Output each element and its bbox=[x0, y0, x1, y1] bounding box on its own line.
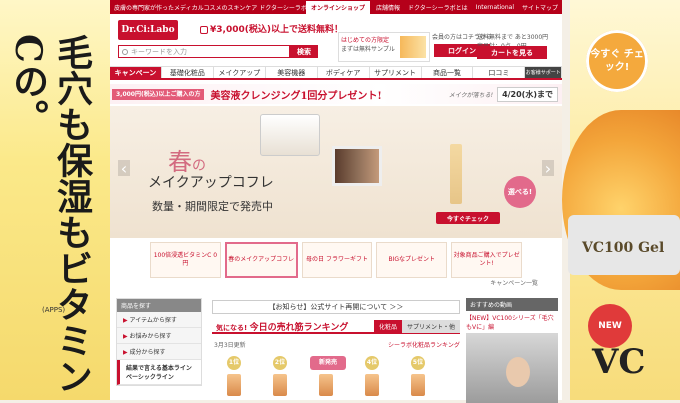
rank-badge: 1位 bbox=[227, 356, 241, 370]
sidebar-item-label: アイテムから探す bbox=[129, 317, 177, 324]
ranking-prefix: 気になる! bbox=[216, 323, 250, 332]
rank-badge: 4位 bbox=[365, 356, 379, 370]
product-image bbox=[365, 374, 379, 396]
ranking-item[interactable]: 1位 bbox=[218, 356, 250, 400]
ranking-item[interactable]: 5位 bbox=[402, 356, 434, 400]
sidebar-item-label: お悩みから探す bbox=[129, 333, 172, 340]
nav-support[interactable]: お客様サポート bbox=[525, 67, 563, 78]
ranking-link[interactable]: シーラボ化粧品ランキング bbox=[388, 340, 460, 349]
thumb-vitamin-c[interactable]: 100倍浸透ビタミンC 0円 bbox=[150, 242, 221, 278]
rank-badge: 2位 bbox=[273, 356, 287, 370]
store-info-link[interactable]: 店舗情報 bbox=[372, 3, 404, 12]
about-link[interactable]: ドクターシーラボとは bbox=[404, 3, 472, 12]
nav-product-list[interactable]: 商品一覧 bbox=[422, 67, 474, 78]
sidebar-basic-line[interactable]: 結果で言える基本ライン ベーシックライン bbox=[117, 360, 201, 385]
promo-strip[interactable]: 3,000円(税込)以上ご購入の方 美容液クレンジング1回分プレゼント! メイク… bbox=[110, 84, 562, 104]
hero-palette-image bbox=[332, 146, 382, 186]
check-now-badge[interactable]: 今すぐ チェック! bbox=[586, 30, 648, 92]
header: Dr.Ci:Labo ¥3,000(税込)以上で送料無料！ キーワードを入力 検… bbox=[110, 14, 562, 66]
hero-prev-arrow[interactable]: ‹ bbox=[118, 159, 130, 178]
ranking-title-text: 今日の売れ筋ランキング bbox=[249, 322, 349, 333]
hero-compact-image bbox=[260, 114, 320, 156]
site-tagline: 皮膚の専門家が作ったメディカルコスメのスキンケア ドクターシーラボ bbox=[114, 4, 307, 12]
rank-badge: 5位 bbox=[411, 356, 425, 370]
promo-text: 美容液クレンジング1回分プレゼント! bbox=[210, 90, 382, 102]
left-banner-copy: 毛穴も保湿もビタミンCの。 bbox=[7, 34, 93, 394]
nav-campaign[interactable]: キャンペーン bbox=[110, 67, 162, 78]
product-image bbox=[227, 374, 241, 396]
product-image bbox=[273, 374, 287, 396]
promo-small-note: メイクが落ちる! bbox=[448, 91, 494, 99]
recommended-video: おすすめの動画 【NEW】VC100シリーズ「毛穴もVに」編 bbox=[466, 298, 558, 403]
sidebar-item-label: 成分から探す bbox=[129, 349, 166, 356]
nav-supplements[interactable]: サプリメント bbox=[370, 67, 422, 78]
nav-beauty-devices[interactable]: 美容機器 bbox=[266, 67, 318, 78]
cart-icon bbox=[200, 25, 208, 34]
product-image bbox=[411, 374, 425, 396]
thumb-spring-coffret[interactable]: 春のメイクアップコフレ bbox=[224, 242, 298, 278]
hero-check-button[interactable]: 今すぐチェック bbox=[436, 212, 500, 224]
sidebar-item-by-item[interactable]: ▶ アイテムから探す bbox=[117, 312, 201, 328]
ranking-header: 気になる! 今日の売れ筋ランキング 化粧品 サプリメント・他 bbox=[212, 319, 460, 334]
sample-image bbox=[400, 36, 426, 58]
logo[interactable]: Dr.Ci:Labo bbox=[118, 20, 178, 40]
hero-subtitle: 数量・期間限定で発売中 bbox=[152, 200, 273, 213]
ranking-item[interactable]: 新発売 bbox=[310, 356, 346, 400]
main-nav: キャンペーン 基礎化粧品 メイクアップ 美容機器 ボディケア サプリメント 商品… bbox=[110, 66, 563, 80]
ranking-date: 3月3日更新 bbox=[214, 342, 246, 349]
hero-title: メイクアップコフレ bbox=[148, 175, 274, 191]
vc-text: VC bbox=[592, 342, 646, 382]
nav-skincare[interactable]: 基礎化粧品 bbox=[162, 67, 214, 78]
free-shipping-text: ¥3,000(税込)以上で送料無料！ bbox=[210, 25, 343, 35]
thumb-big-present[interactable]: BIGなプレゼント bbox=[376, 242, 448, 278]
choose-badge: 選べる! bbox=[504, 176, 536, 208]
promo-chip: 3,000円(税込)以上ご購入の方 bbox=[112, 88, 205, 100]
thumb-mothers-day[interactable]: 母の日 フラワーギフト bbox=[301, 242, 373, 278]
sidebar-item-by-ingredient[interactable]: ▶ 成分から探す bbox=[117, 344, 201, 360]
promo-date: 4/20(水)まで bbox=[497, 86, 558, 102]
notice-link[interactable]: 【お知らせ】公式サイト再開について ＞＞ bbox=[212, 300, 460, 314]
sidebar-heading: 商品を探す bbox=[117, 299, 201, 312]
nav-bodycare[interactable]: ボディケア bbox=[318, 67, 370, 78]
search-icon bbox=[122, 49, 128, 55]
search-button[interactable]: 検索 bbox=[290, 45, 318, 58]
campaign-list-link[interactable]: キャンペーン一覧 bbox=[110, 278, 562, 290]
rank-badge: 新発売 bbox=[310, 356, 346, 370]
left-ad-banner[interactable]: 毛穴も保湿もビタミンCの。 (APPS) bbox=[0, 0, 110, 400]
sidebar-item-by-concern[interactable]: ▶ お悩みから探す bbox=[117, 328, 201, 344]
hero-bb-cream-image bbox=[450, 144, 462, 204]
ranking-item[interactable]: 4位 bbox=[356, 356, 388, 400]
sitemap-link[interactable]: サイトマップ bbox=[518, 3, 562, 12]
online-shop-link[interactable]: オンラインショップ bbox=[306, 0, 371, 14]
hero-banner[interactable]: ‹ › 春の メイクアップコフレ 数量・期間限定で発売中 選べる! 今すぐチェッ… bbox=[110, 106, 562, 238]
thumb-purchase-present[interactable]: 対象商品ご購入でプレゼント! bbox=[451, 242, 522, 278]
video-link[interactable]: 【NEW】VC100シリーズ「毛穴もVに」編 bbox=[466, 311, 558, 333]
international-link[interactable]: International bbox=[472, 4, 518, 11]
free-shipping-notice: ¥3,000(税込)以上で送料無料！ bbox=[200, 22, 343, 35]
apps-note: (APPS) bbox=[42, 306, 66, 314]
search-input[interactable]: キーワードを入力 bbox=[118, 45, 290, 58]
cart-free-shipping: 送料無料まで あと3000円 bbox=[477, 34, 549, 41]
nav-reviews[interactable]: 口コミ bbox=[473, 67, 526, 78]
nav-makeup[interactable]: メイクアップ bbox=[214, 67, 266, 78]
video-player[interactable] bbox=[466, 333, 558, 403]
cart-box: 送料無料まで あと3000円 商品計：0点 0円 カートを見る bbox=[477, 32, 559, 62]
ranking-list: 1位 2位 新発売 4位 5位 bbox=[218, 356, 434, 400]
ranking-title: 気になる! 今日の売れ筋ランキング bbox=[212, 320, 374, 333]
product-image bbox=[319, 374, 333, 396]
tab-cosmetics[interactable]: 化粧品 bbox=[373, 319, 402, 333]
top-bar: 皮膚の専門家が作ったメディカルコスメのスキンケア ドクターシーラボ オンラインシ… bbox=[110, 0, 562, 14]
campaign-thumbnails: 100倍浸透ビタミンC 0円 春のメイクアップコフレ 母の日 フラワーギフト B… bbox=[110, 238, 562, 278]
search-placeholder: キーワードを入力 bbox=[131, 47, 187, 56]
video-thumbnail bbox=[506, 357, 530, 387]
tab-supplements[interactable]: サプリメント・他 bbox=[401, 319, 460, 333]
ranking-item[interactable]: 2位 bbox=[264, 356, 296, 400]
product-jar-label: VC100 Gel bbox=[582, 240, 665, 256]
product-search-sidebar: 商品を探す ▶ アイテムから探す ▶ お悩みから探す ▶ 成分から探す 結果で言… bbox=[116, 298, 202, 386]
first-time-sample-banner[interactable]: はじめての方限定 まずは無料サンプル bbox=[338, 32, 430, 62]
view-cart-button[interactable]: カートを見る bbox=[477, 46, 547, 59]
hero-next-arrow[interactable]: › bbox=[542, 159, 554, 178]
video-heading: おすすめの動画 bbox=[466, 298, 558, 311]
